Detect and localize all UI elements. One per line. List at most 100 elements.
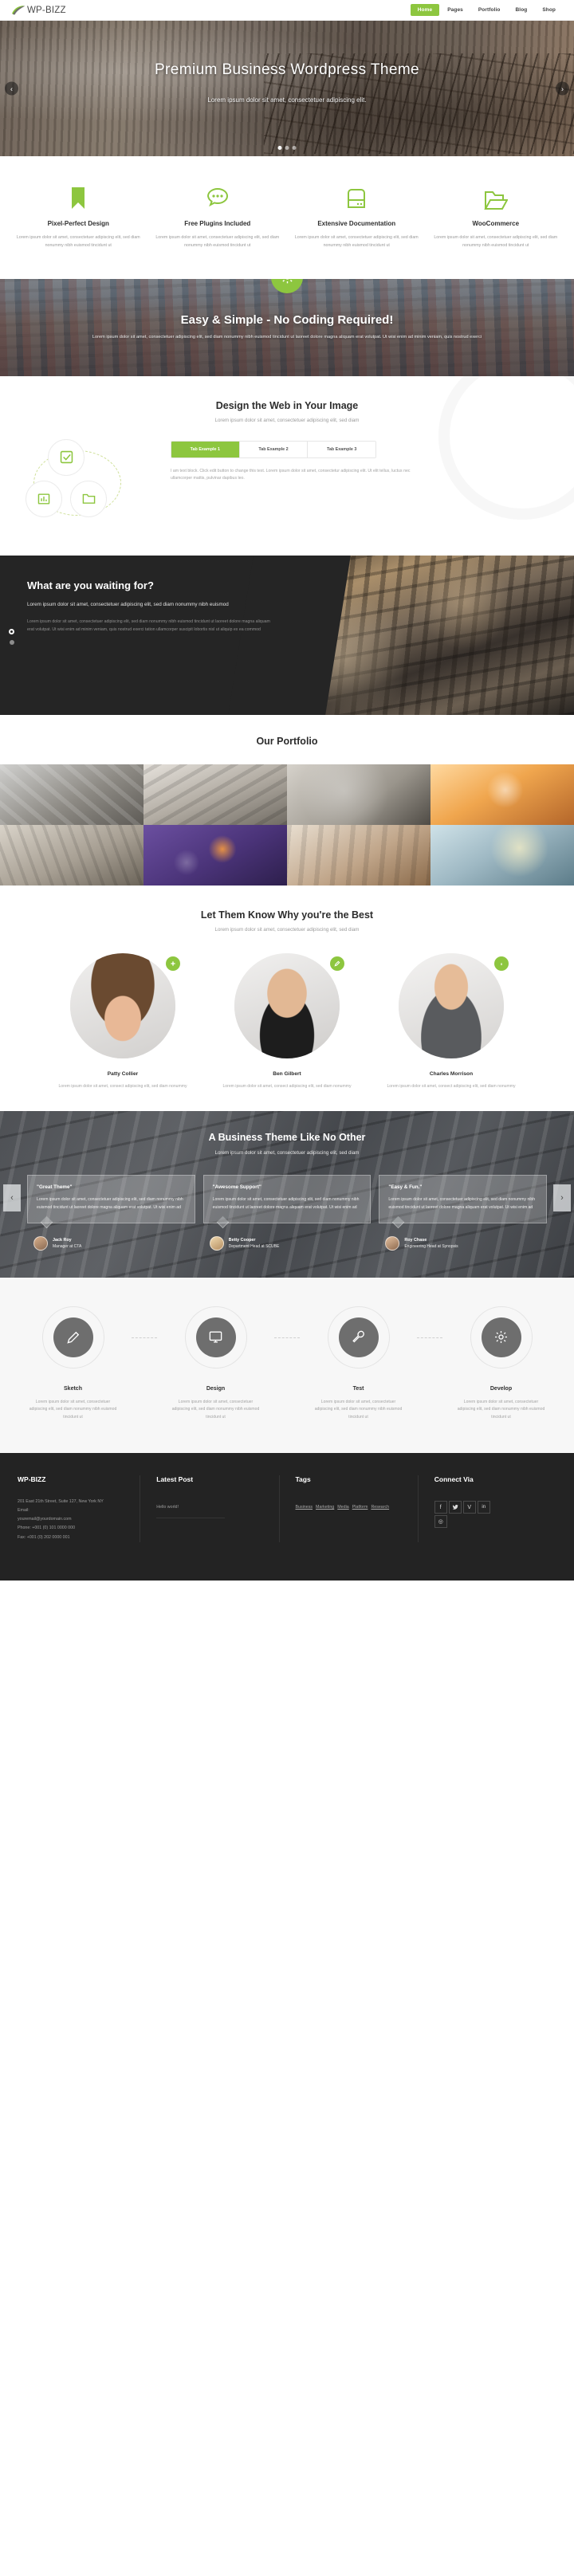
pencil-icon xyxy=(53,1317,93,1357)
testimonial-cards: "Great Theme" Lorem ipsum dolor sit amet… xyxy=(0,1175,574,1223)
testimonial-prev-arrow[interactable]: ‹ xyxy=(3,1184,21,1211)
testimonial-author: Jack Roy Manager at CTA xyxy=(27,1235,195,1251)
testimonial-text: Lorem ipsum dolor sit amet, consectetuer… xyxy=(388,1197,536,1210)
footer-connect-title: Connect Via xyxy=(434,1475,474,1484)
logo-swoosh-icon xyxy=(11,5,26,15)
portfolio-section: Our Portfolio xyxy=(0,714,574,886)
footer-post-link[interactable]: Hello world! xyxy=(156,1505,226,1519)
testimonial-card: "Great Theme" Lorem ipsum dolor sit amet… xyxy=(27,1175,195,1223)
hero-dot-3[interactable] xyxy=(292,146,297,150)
nav-item-home[interactable]: Home xyxy=(410,4,440,16)
nav-item-portfolio[interactable]: Portfolio xyxy=(471,4,508,16)
process-title: Develop xyxy=(489,1385,513,1392)
testimonial-text: Lorem ipsum dolor sit amet, consectetuer… xyxy=(37,1197,183,1210)
portfolio-item[interactable] xyxy=(287,764,431,825)
nav-item-shop[interactable]: Shop xyxy=(535,4,563,16)
portfolio-item[interactable] xyxy=(287,824,431,886)
tag-media[interactable]: Media xyxy=(337,1505,348,1510)
feature-text: Lorem ipsum dolor sit amet, consectetuer… xyxy=(294,235,419,248)
twitter-icon[interactable] xyxy=(448,1501,462,1514)
process-row: Sketch Lorem ipsum dolor sit amet, conse… xyxy=(0,1306,574,1421)
member-text: Lorem ipsum dolor sit amet, consect adip… xyxy=(222,1083,352,1089)
feature-card: WooCommerce Lorem ipsum dolor sit amet, … xyxy=(429,183,564,250)
chat-bubble-icon xyxy=(155,183,281,210)
tag-research[interactable]: Research xyxy=(371,1505,389,1510)
waiting-title: What are you waiting for? xyxy=(27,579,154,591)
hero-dot-1[interactable] xyxy=(277,146,282,150)
portfolio-item[interactable] xyxy=(431,824,574,886)
author-name: Roy Chase xyxy=(404,1237,427,1243)
cta-content: Easy & Simple - No Coding Required! Lore… xyxy=(0,279,574,376)
tab-example-3[interactable]: Tab Example 3 xyxy=(308,441,375,457)
portfolio-item[interactable] xyxy=(0,764,144,825)
portfolio-grid xyxy=(0,764,574,886)
hero-next-arrow[interactable]: › xyxy=(556,81,569,96)
tabs-body: Tab Example 1 Tab Example 2 Tab Example … xyxy=(0,438,574,527)
testimonial-next-arrow[interactable]: › xyxy=(553,1184,571,1211)
waiting-dot-1[interactable] xyxy=(9,628,14,634)
tabs-section: Design the Web in Your Image Lorem ipsum… xyxy=(0,375,574,556)
portfolio-item[interactable] xyxy=(144,824,287,886)
process-text: Lorem ipsum dolor sit amet, consectetuer… xyxy=(171,1399,260,1420)
portfolio-item[interactable] xyxy=(431,764,574,825)
cta-text: Lorem ipsum dolor sit amet, consectetuer… xyxy=(92,334,482,340)
waiting-dot-2[interactable] xyxy=(10,639,14,645)
feature-title: WooCommerce xyxy=(472,220,520,227)
tag-business[interactable]: Business xyxy=(296,1505,313,1510)
tag-platform[interactable]: Platform xyxy=(352,1505,368,1510)
footer-tags-title: Tags xyxy=(295,1475,311,1484)
feature-card: Free Plugins Included Lorem ipsum dolor … xyxy=(151,183,285,250)
folder-icon xyxy=(434,183,559,210)
testimonial-author: Betty Cooper Department Head at SCUBE xyxy=(203,1235,372,1251)
process-step: Design Lorem ipsum dolor sit amet, conse… xyxy=(157,1306,274,1421)
testimonial-quote: "Great Theme" xyxy=(37,1184,73,1191)
testimonials-title: A Business Theme Like No Other xyxy=(208,1132,366,1144)
folder-icon xyxy=(70,480,107,517)
process-title: Design xyxy=(206,1385,226,1392)
hero-subtitle: Lorem ipsum dolor sit amet, consectetuer… xyxy=(207,96,367,104)
footer-email[interactable]: youremail@yourdomain.com xyxy=(18,1515,128,1524)
linkedin-icon[interactable]: in xyxy=(477,1501,490,1514)
tab-example-2[interactable]: Tab Example 2 xyxy=(239,441,309,457)
feature-text: Lorem ipsum dolor sit amet, consectetuer… xyxy=(16,235,140,248)
bookmark-icon xyxy=(16,183,141,210)
tabs-panel: Tab Example 1 Tab Example 2 Tab Example … xyxy=(171,439,556,527)
feature-card: Pixel-Perfect Design Lorem ipsum dolor s… xyxy=(11,183,146,250)
nav-item-pages[interactable]: Pages xyxy=(440,4,470,16)
footer-about-title: WP-BIZZ xyxy=(18,1475,46,1484)
hero-prev-arrow[interactable]: ‹ xyxy=(5,81,18,96)
cta-parallax-section: Easy & Simple - No Coding Required! Lore… xyxy=(0,278,574,376)
portfolio-title: Our Portfolio xyxy=(256,735,318,747)
team-member: Ben Gilbert Lorem ipsum dolor sit amet, … xyxy=(215,952,359,1090)
portfolio-item[interactable] xyxy=(144,764,287,825)
tab-example-1[interactable]: Tab Example 1 xyxy=(171,441,240,457)
author-name: Jack Roy xyxy=(53,1237,72,1243)
waiting-content: What are you waiting for? Lorem ipsum do… xyxy=(0,556,287,715)
testimonial-authors: Jack Roy Manager at CTA Betty Cooper Dep… xyxy=(0,1235,574,1251)
process-text: Lorem ipsum dolor sit amet, consectetuer… xyxy=(29,1399,117,1420)
hero-content: Premium Business Wordpress Theme Lorem i… xyxy=(0,21,574,156)
instagram-icon[interactable]: ◎ xyxy=(434,1515,447,1529)
footer-connect: Connect Via f V in ◎ xyxy=(417,1475,556,1542)
avatar xyxy=(399,952,504,1058)
tag-marketing[interactable]: Marketing xyxy=(316,1505,334,1510)
vimeo-icon[interactable]: V xyxy=(462,1501,476,1514)
pencil-icon[interactable] xyxy=(330,956,344,971)
author-role: Department Head at SCUBE xyxy=(228,1243,280,1249)
testimonial-card: "Awesome Support" Lorem ipsum dolor sit … xyxy=(202,1175,372,1223)
process-step: Develop Lorem ipsum dolor sit amet, cons… xyxy=(442,1306,560,1421)
hero-dot-2[interactable] xyxy=(285,146,289,150)
nav-item-blog[interactable]: Blog xyxy=(509,4,535,16)
portfolio-item[interactable] xyxy=(0,824,144,886)
cta-title: Easy & Simple - No Coding Required! xyxy=(180,312,394,327)
site-footer: WP-BIZZ 201 East 21th Street, Suite 127,… xyxy=(0,1453,574,1560)
feature-title: Extensive Documentation xyxy=(317,220,396,227)
circle-diagram xyxy=(18,438,161,527)
plus-icon[interactable] xyxy=(166,956,180,971)
facebook-icon[interactable]: f xyxy=(434,1501,447,1514)
info-icon[interactable] xyxy=(494,956,509,971)
team-row: Patty Collier Lorem ipsum dolor sit amet… xyxy=(0,952,574,1090)
site-logo[interactable]: WP-BIZZ xyxy=(11,5,66,15)
team-title: Let Them Know Why you're the Best xyxy=(200,909,374,921)
testimonials-section: A Business Theme Like No Other Lorem ips… xyxy=(0,1111,574,1278)
